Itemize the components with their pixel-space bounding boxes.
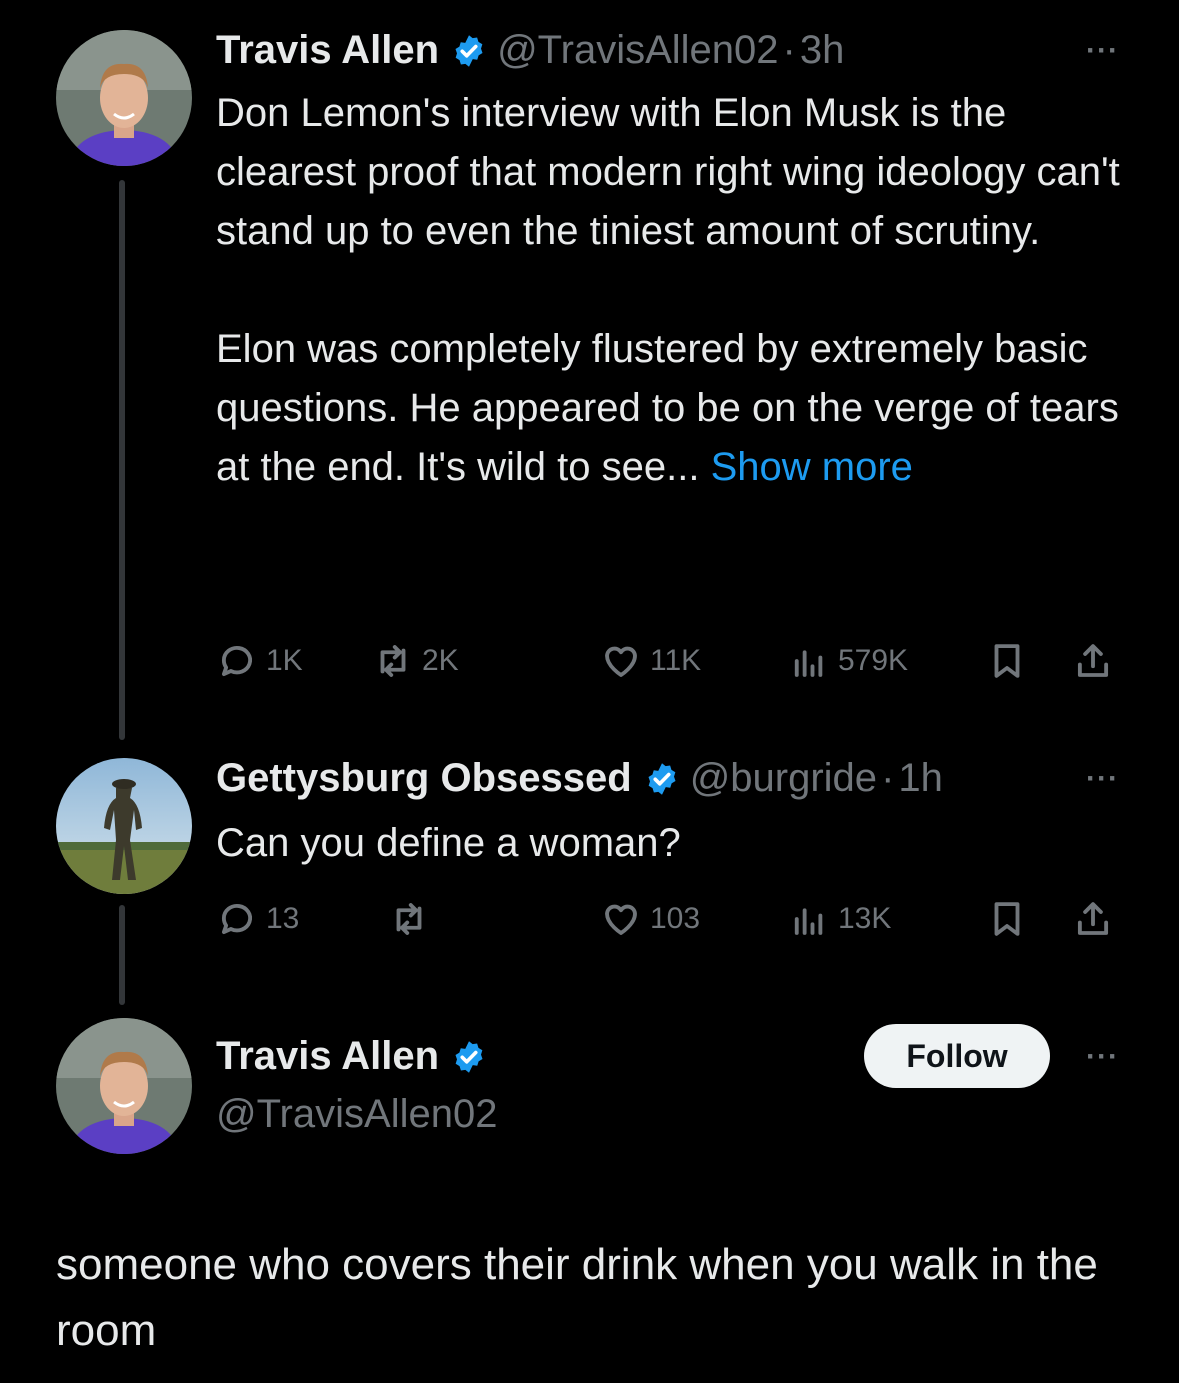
heart-icon bbox=[605, 904, 637, 935]
profile-handle-row: @TravisAllen02 bbox=[216, 1092, 497, 1137]
share-icon bbox=[1077, 902, 1109, 935]
tweet-actions: 1K 2K 11K 579K bbox=[216, 640, 1116, 686]
tweet-header: Gettysburg Obsessed @burgride · 1h bbox=[216, 756, 943, 801]
verified-badge-icon bbox=[455, 34, 483, 67]
repost-count: 2K bbox=[422, 644, 459, 677]
profile-header: Travis Allen bbox=[216, 1034, 497, 1079]
bookmark-icon bbox=[994, 644, 1020, 678]
reply-icon bbox=[221, 903, 253, 935]
views-chart-icon bbox=[794, 650, 823, 677]
bookmark-icon bbox=[994, 902, 1020, 936]
like-button[interactable]: 103 bbox=[600, 898, 700, 940]
avatar-photo bbox=[56, 30, 192, 166]
more-options-icon[interactable]: ··· bbox=[1086, 1040, 1119, 1074]
repost-button[interactable] bbox=[388, 898, 438, 940]
view-count: 13K bbox=[838, 902, 892, 935]
avatar[interactable] bbox=[56, 758, 192, 894]
tweet-paragraph: Elon was completely flustered by extreme… bbox=[216, 320, 1136, 497]
avatar-photo bbox=[56, 1018, 192, 1154]
timestamp[interactable]: 1h bbox=[898, 756, 943, 801]
thread-connector bbox=[119, 905, 125, 1005]
author-handle[interactable]: @burgride bbox=[690, 756, 877, 801]
author-handle[interactable]: @TravisAllen02 bbox=[216, 1092, 497, 1137]
repost-icon bbox=[396, 903, 422, 935]
tweet-paragraph: Don Lemon's interview with Elon Musk is … bbox=[216, 91, 1120, 253]
verified-badge-icon bbox=[648, 762, 676, 795]
avatar[interactable] bbox=[56, 1018, 192, 1154]
separator-dot: · bbox=[782, 28, 796, 72]
bookmark-button[interactable] bbox=[986, 640, 1036, 682]
repost-button[interactable]: 2K bbox=[372, 640, 459, 682]
views-chart-icon bbox=[794, 908, 823, 935]
avatar-photo bbox=[56, 758, 192, 894]
tweet-header: Travis Allen @TravisAllen02 · 3h bbox=[216, 28, 844, 73]
share-button[interactable] bbox=[1072, 640, 1122, 682]
like-count: 11K bbox=[650, 644, 702, 677]
views-button[interactable]: 13K bbox=[788, 898, 891, 940]
view-count: 579K bbox=[838, 644, 909, 677]
reply-icon bbox=[221, 645, 253, 677]
author-name[interactable]: Travis Allen bbox=[216, 1034, 439, 1079]
thread-connector bbox=[119, 180, 125, 740]
reply-count: 13 bbox=[266, 902, 300, 935]
author-name[interactable]: Gettysburg Obsessed bbox=[216, 756, 632, 801]
tweet-paragraph-text: Elon was completely flustered by extreme… bbox=[216, 327, 1119, 489]
reply-button[interactable]: 1K bbox=[216, 640, 303, 682]
timestamp[interactable]: 3h bbox=[800, 28, 845, 73]
views-button[interactable]: 579K bbox=[788, 640, 908, 682]
more-options-icon[interactable]: ··· bbox=[1086, 34, 1119, 68]
like-count: 103 bbox=[650, 902, 701, 935]
follow-button[interactable]: Follow bbox=[864, 1024, 1050, 1088]
bookmark-button[interactable] bbox=[986, 898, 1036, 940]
verified-badge-icon bbox=[455, 1040, 483, 1073]
more-options-icon[interactable]: ··· bbox=[1086, 762, 1119, 796]
reply-text: someone who covers their drink when you … bbox=[56, 1240, 1098, 1355]
show-more-link[interactable]: Show more bbox=[711, 445, 913, 489]
reply-count: 1K bbox=[266, 644, 303, 677]
repost-icon bbox=[380, 645, 406, 677]
reply-button[interactable]: 13 bbox=[216, 898, 299, 940]
like-button[interactable]: 11K bbox=[600, 640, 701, 682]
author-handle[interactable]: @TravisAllen02 bbox=[497, 28, 778, 73]
tweet-actions: 13 103 13K bbox=[216, 898, 1116, 944]
tweet-text: Don Lemon's interview with Elon Musk is … bbox=[216, 84, 1136, 497]
author-name[interactable]: Travis Allen bbox=[216, 28, 439, 73]
share-icon bbox=[1077, 644, 1109, 677]
separator-dot: · bbox=[881, 756, 895, 800]
tweet-text: Can you define a woman? bbox=[216, 821, 681, 865]
heart-icon bbox=[605, 646, 637, 677]
share-button[interactable] bbox=[1072, 898, 1122, 940]
avatar[interactable] bbox=[56, 30, 192, 166]
